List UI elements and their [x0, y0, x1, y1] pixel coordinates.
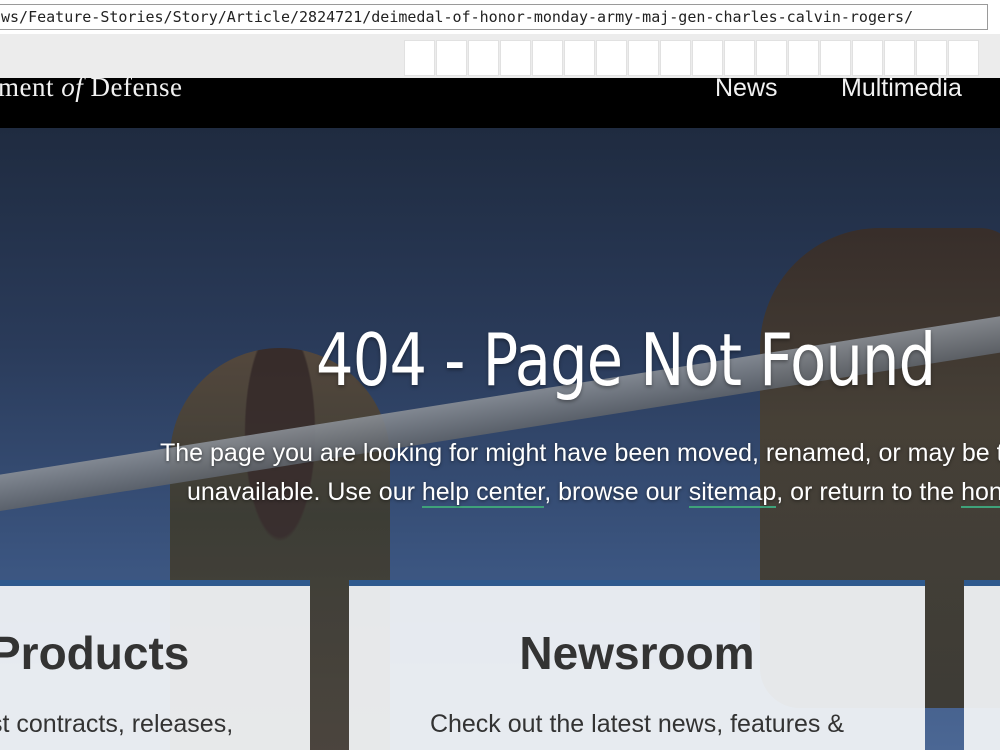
- nav-news[interactable]: News: [715, 74, 778, 103]
- brand-suffix: Defense: [83, 72, 183, 102]
- card-text: st contracts, releases,: [0, 710, 234, 738]
- error-text-segment: unavailable. Use our: [187, 478, 422, 506]
- error-text-line1: The page you are looking for might have …: [160, 439, 1000, 467]
- tab-placeholder[interactable]: [788, 40, 819, 76]
- brand-prefix: ment: [0, 72, 62, 102]
- tab-placeholder[interactable]: [884, 40, 915, 76]
- help-center-link[interactable]: help center: [421, 478, 545, 508]
- tab-placeholder[interactable]: [596, 40, 627, 76]
- error-text-segment: , browse our: [544, 478, 689, 506]
- browser-url-bar: ws/Feature-Stories/Story/Article/2824721…: [0, 0, 1000, 35]
- site-header: ment of Defense News Multimedia: [0, 72, 1000, 128]
- tab-placeholder[interactable]: [468, 40, 499, 76]
- url-input[interactable]: ws/Feature-Stories/Story/Article/2824721…: [0, 4, 988, 30]
- tab-placeholder[interactable]: [628, 40, 659, 76]
- tab-placeholder[interactable]: [692, 40, 723, 76]
- tab-placeholder[interactable]: [852, 40, 883, 76]
- error-message: The page you are looking for might have …: [160, 434, 1000, 512]
- site-logo[interactable]: ment of Defense: [0, 72, 182, 103]
- sitemap-link[interactable]: sitemap: [688, 478, 777, 508]
- error-text-segment: , or return to the: [776, 478, 962, 506]
- tab-placeholder[interactable]: [756, 40, 787, 76]
- page-title: 404 - Page Not Found: [316, 318, 936, 402]
- tab-placeholder[interactable]: [500, 40, 531, 76]
- tab-placeholder[interactable]: [564, 40, 595, 76]
- card-text: Check out the latest news, features &: [429, 710, 845, 738]
- home-link[interactable]: hon: [961, 478, 1000, 508]
- tab-placeholder[interactable]: [724, 40, 755, 76]
- tab-placeholder[interactable]: [660, 40, 691, 76]
- error-text-line2: unavailable. Use our help center, browse…: [160, 473, 1000, 512]
- tab-placeholder[interactable]: [820, 40, 851, 76]
- tab-placeholders: [404, 40, 980, 76]
- card-partial-right[interactable]: [964, 580, 1000, 750]
- card-title: Products: [0, 627, 190, 679]
- brand-of: of: [61, 72, 84, 102]
- nav-multimedia[interactable]: Multimedia: [841, 74, 962, 103]
- tab-placeholder[interactable]: [948, 40, 979, 76]
- tab-placeholder[interactable]: [916, 40, 947, 76]
- hero-banner: 404 - Page Not Found The page you are lo…: [0, 128, 1000, 750]
- tab-placeholder[interactable]: [532, 40, 563, 76]
- card-newsroom[interactable]: Newsroom Check out the latest news, feat…: [349, 580, 925, 750]
- tab-placeholder[interactable]: [436, 40, 467, 76]
- tab-placeholder[interactable]: [404, 40, 435, 76]
- card-title: Newsroom: [519, 627, 755, 679]
- card-products[interactable]: Products st contracts, releases,: [0, 580, 310, 750]
